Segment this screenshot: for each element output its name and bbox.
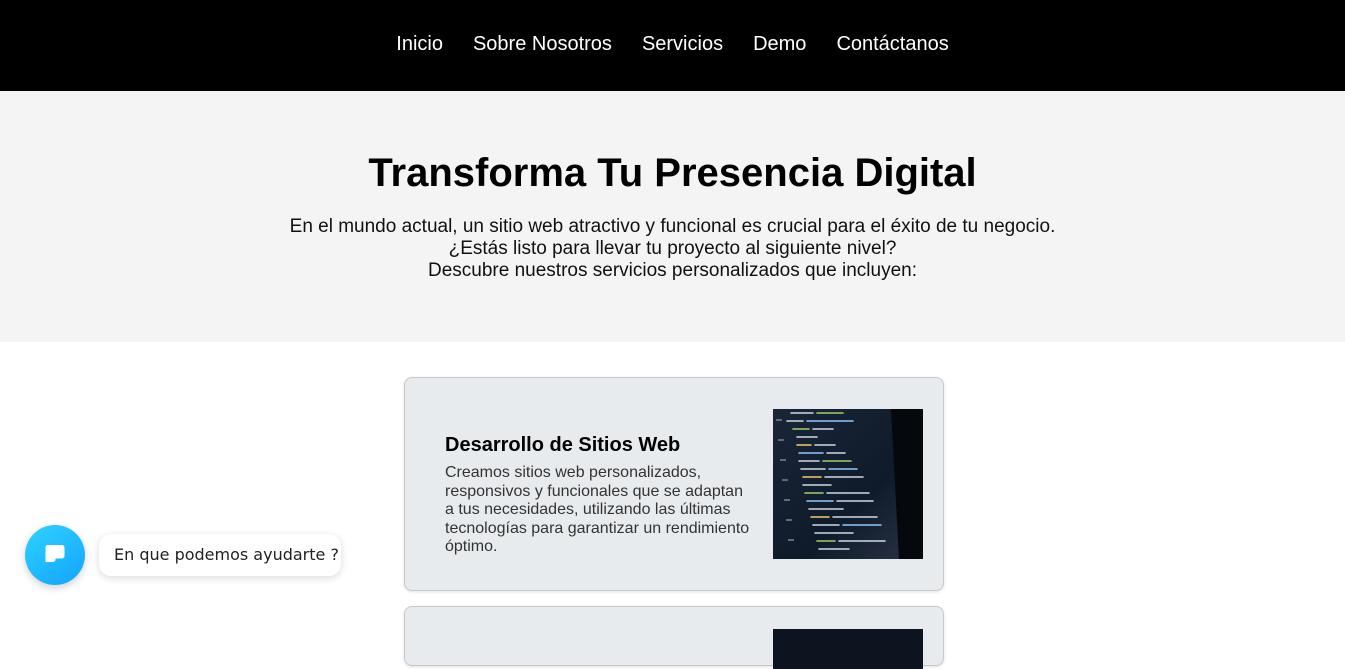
hero-line-2: ¿Estás listo para llevar tu proyecto al … (448, 238, 897, 259)
nav-link-servicios[interactable]: Servicios (642, 33, 723, 56)
hero-line-3: Descubre nuestros servicios personalizad… (428, 260, 917, 281)
nav-link-inicio[interactable]: Inicio (396, 33, 443, 56)
top-navbar: Inicio Sobre Nosotros Servicios Demo Con… (0, 0, 1345, 91)
dark-screen-image (773, 629, 923, 669)
hero-description: En el mundo actual, un sitio web atracti… (0, 216, 1345, 282)
service-card-web-development[interactable]: Desarrollo de Sitios Web Creamos sitios … (404, 377, 944, 591)
chat-launcher-button[interactable] (25, 525, 85, 585)
nav-link-sobre-nosotros[interactable]: Sobre Nosotros (473, 33, 612, 56)
service-card-description: Creamos sitios web personalizados, respo… (445, 464, 750, 555)
chat-bubble-icon (44, 542, 66, 569)
hero-line-1: En el mundo actual, un sitio web atracti… (289, 216, 1056, 237)
service-card-title: Desarrollo de Sitios Web (445, 434, 681, 456)
nav-link-demo[interactable]: Demo (753, 33, 806, 56)
hero-title: Transforma Tu Presencia Digital (368, 151, 977, 195)
hero-section: Transforma Tu Presencia Digital En el mu… (0, 91, 1345, 342)
code-editor-screenshot-image (773, 409, 923, 559)
service-card-second[interactable] (404, 606, 944, 669)
nav-link-contactanos[interactable]: Contáctanos (836, 33, 948, 56)
chat-prompt-bubble[interactable]: En que podemos ayudarte ? (99, 534, 341, 576)
